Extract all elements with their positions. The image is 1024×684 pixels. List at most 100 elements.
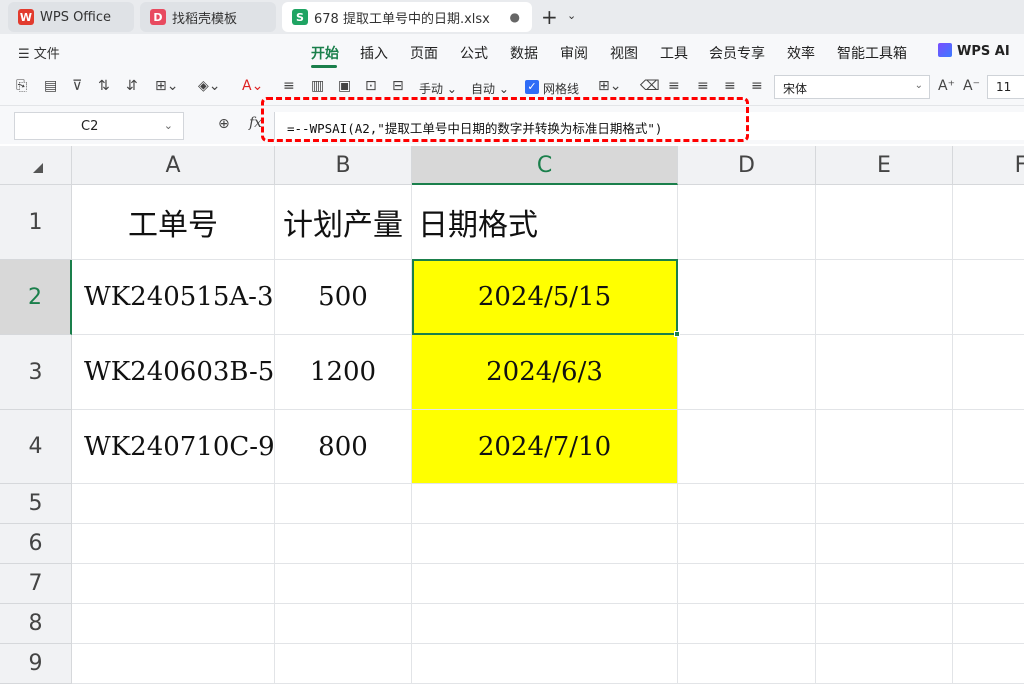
cell-a4[interactable]: WK240710C-9 [72,410,275,484]
row-header-2[interactable]: 2 [0,260,72,335]
empty-cell[interactable] [412,564,678,604]
freeze-panes-icon[interactable]: ⊞⌄ [598,78,621,94]
cell-b2[interactable]: 500 [275,260,412,335]
row-header-3[interactable]: 3 [0,335,72,410]
row-header-5[interactable]: 5 [0,484,72,524]
font-name-select[interactable]: 宋体 ⌄ [774,75,930,99]
column-header-f[interactable]: F [953,146,1024,185]
file-menu[interactable]: ☰ 文件 [18,43,60,62]
empty-cell[interactable] [72,524,275,564]
empty-cell[interactable] [816,564,953,604]
justify-icon[interactable]: ≡ [751,78,763,94]
row-header-6[interactable]: 6 [0,524,72,564]
cell-e4[interactable] [816,410,953,484]
tab-wps-office[interactable]: W WPS Office [8,2,134,32]
cell-b3[interactable]: 1200 [275,335,412,410]
cell-f4[interactable] [953,410,1024,484]
wps-ai-button[interactable]: WPS AI [938,43,1010,59]
clear-format-icon[interactable]: ⌫ [640,78,660,94]
column-header-e[interactable]: E [816,146,953,185]
cell-c2[interactable]: 2024/5/15 [412,260,678,335]
paste-icon[interactable]: ▤ [44,78,57,94]
empty-cell[interactable] [412,604,678,644]
new-tab-button[interactable]: + [541,5,558,29]
cell-e3[interactable] [816,335,953,410]
sort-ascending-icon[interactable]: ⇅ [98,78,110,94]
empty-cell[interactable] [678,604,816,644]
column-header-c[interactable]: C [412,146,678,185]
column-header-d[interactable]: D [678,146,816,185]
empty-cell[interactable] [72,604,275,644]
fill-handle[interactable] [674,331,680,337]
font-color-icon[interactable]: A⌄ [242,78,263,94]
empty-cell[interactable] [275,524,412,564]
zoom-icon[interactable]: ⊕ [218,116,230,132]
cell-f3[interactable] [953,335,1024,410]
unsaved-dot-icon[interactable]: ● [510,10,520,24]
empty-cell[interactable] [412,484,678,524]
cell-c1[interactable]: 日期格式 [412,185,678,260]
borders-icon[interactable]: ⊞⌄ [155,78,178,94]
cell-f1[interactable] [953,185,1024,260]
cell-b4[interactable]: 800 [275,410,412,484]
insert-cells-icon[interactable]: ⊡ [365,78,377,94]
empty-cell[interactable] [412,644,678,684]
tab-current-workbook[interactable]: S 678 提取工单号中的日期.xlsx ● [282,2,532,32]
decrease-font-icon[interactable]: A⁻ [963,78,980,94]
cell-d4[interactable] [678,410,816,484]
fill-color-icon[interactable]: ◈⌄ [198,78,221,94]
empty-cell[interactable] [678,484,816,524]
column-header-a[interactable]: A [72,146,275,185]
cell-c3[interactable]: 2024/6/3 [412,335,678,410]
cell-a2[interactable]: WK240515A-3 [72,260,275,335]
menu-home[interactable]: 开始 [311,43,339,63]
row-header-4[interactable]: 4 [0,410,72,484]
column-header-b[interactable]: B [275,146,412,185]
merge-icon[interactable]: ⊟ [392,78,404,94]
empty-cell[interactable] [953,604,1024,644]
align-right-icon[interactable]: ≡ [724,78,736,94]
menu-smart-toolbox[interactable]: 智能工具箱 [837,43,907,63]
empty-cell[interactable] [412,524,678,564]
empty-cell[interactable] [953,524,1024,564]
cell-d2[interactable] [678,260,816,335]
row-header-9[interactable]: 9 [0,644,72,684]
gridlines-checkbox[interactable]: ✓ [525,80,539,94]
empty-cell[interactable] [816,484,953,524]
cell-a3[interactable]: WK240603B-5 [72,335,275,410]
menu-formula[interactable]: 公式 [460,43,488,63]
row-header-1[interactable]: 1 [0,185,72,260]
name-box[interactable]: C2 ⌄ [14,112,184,140]
align-left-icon[interactable]: ≡ [668,78,680,94]
menu-data[interactable]: 数据 [510,43,538,63]
wrap-text-icon[interactable]: ≡ [283,78,295,94]
filter-icon[interactable]: ⊽ [72,78,82,94]
empty-cell[interactable] [72,564,275,604]
empty-cell[interactable] [953,484,1024,524]
auto-dropdown[interactable]: 自动 ⌄ [471,80,509,97]
empty-cell[interactable] [816,644,953,684]
empty-cell[interactable] [275,644,412,684]
menu-page[interactable]: 页面 [410,43,438,63]
row-header-8[interactable]: 8 [0,604,72,644]
empty-cell[interactable] [678,524,816,564]
cell-c4[interactable]: 2024/7/10 [412,410,678,484]
empty-cell[interactable] [275,564,412,604]
format-painter-icon[interactable]: ⎘ [16,78,27,94]
empty-cell[interactable] [72,484,275,524]
menu-efficiency[interactable]: 效率 [787,43,815,63]
row-header-7[interactable]: 7 [0,564,72,604]
empty-cell[interactable] [275,604,412,644]
chevron-down-icon[interactable]: ⌄ [567,9,576,22]
column-width-icon[interactable]: ▥ [311,78,324,94]
empty-cell[interactable] [816,524,953,564]
select-all-corner[interactable] [0,146,72,185]
cell-e1[interactable] [816,185,953,260]
sort-descending-icon[interactable]: ⇵ [126,78,138,94]
cell-e2[interactable] [816,260,953,335]
menu-tools[interactable]: 工具 [660,43,688,63]
empty-cell[interactable] [816,604,953,644]
cell-d1[interactable] [678,185,816,260]
manual-dropdown[interactable]: 手动 ⌄ [419,80,457,97]
cell-format-icon[interactable]: ▣ [338,78,351,94]
